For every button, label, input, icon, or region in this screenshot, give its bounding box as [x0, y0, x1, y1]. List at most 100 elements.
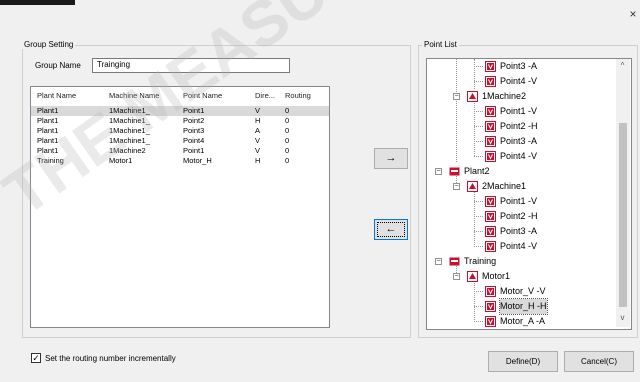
tree-item[interactable]: Point4 -V	[427, 74, 617, 89]
tree-item-label: Point2 -H	[500, 211, 538, 221]
tree-item[interactable]: Point2 -H	[427, 209, 617, 224]
collapse-icon[interactable]: −	[435, 168, 442, 175]
cell-plant: Training	[37, 156, 64, 165]
cancel-button[interactable]: Cancel(C)	[564, 351, 634, 372]
machine-icon	[467, 91, 478, 102]
tree-line	[474, 291, 483, 292]
cell-direction: V	[255, 136, 261, 145]
tree-line	[474, 231, 483, 232]
point-list-tree[interactable]: Point3 -A Point4 -V − 1Machine2 Point1 -…	[426, 58, 632, 330]
point-icon	[485, 151, 496, 162]
point-icon	[485, 121, 496, 132]
tree-item[interactable]: − Plant2	[427, 164, 617, 179]
point-icon	[485, 136, 496, 147]
cell-plant: Plant1	[37, 116, 59, 125]
cell-direction: V	[255, 146, 261, 155]
tree-item[interactable]: − Training	[427, 254, 617, 269]
cell-plant: Plant1	[37, 136, 59, 145]
tree-item-label: Plant2	[464, 166, 490, 176]
tree-item[interactable]: Point3 -A	[427, 224, 617, 239]
table-row[interactable]: Plant1 1Machine1_ Point1 V 0	[31, 106, 329, 116]
scroll-down-icon[interactable]: v	[616, 313, 629, 322]
tree-item[interactable]: − 1Machine2	[427, 89, 617, 104]
cell-point: Point4	[183, 136, 205, 145]
tree-item[interactable]: − 2Machine1	[427, 179, 617, 194]
table-header: Plant Name Machine Name Point Name Dire.…	[31, 87, 329, 103]
cell-machine: 1Machine1_	[109, 126, 150, 135]
group-setting-caption: Group Setting	[22, 40, 76, 49]
table-row[interactable]: Plant1 1Machine1_ Point2 H 0	[31, 116, 329, 126]
machine-icon	[467, 271, 478, 282]
tree-item[interactable]: Motor_H -H	[427, 298, 617, 315]
collapse-icon[interactable]: −	[453, 183, 460, 190]
tree-line	[474, 246, 483, 247]
tree-line	[474, 81, 483, 82]
tree-item-label: Point3 -A	[500, 136, 538, 146]
close-icon[interactable]: ×	[626, 8, 640, 22]
plant-icon	[449, 167, 460, 176]
group-name-input[interactable]: Trainging	[92, 58, 290, 73]
define-button[interactable]: Define(D)	[488, 351, 558, 372]
table-row[interactable]: Plant1 1Machine1_ Point3 A 0	[31, 126, 329, 136]
tree-item-label: Point3 -A	[500, 226, 538, 236]
tree-item[interactable]: Point1 -V	[427, 194, 617, 209]
machine-icon	[467, 181, 478, 192]
point-icon	[485, 196, 496, 207]
tree-item[interactable]: Point4 -V	[427, 239, 617, 254]
cell-routing: 0	[285, 136, 290, 145]
title-bar: ×	[0, 0, 640, 22]
cell-machine: Motor1	[109, 156, 133, 165]
cell-point: Motor_H	[183, 156, 212, 165]
collapse-icon[interactable]: −	[435, 258, 442, 265]
tree-item[interactable]: Motor_V -V	[427, 284, 617, 299]
tree-scrollbar[interactable]: ^ v	[616, 59, 630, 327]
tree-item[interactable]: Point3 -A	[427, 134, 617, 149]
table-row[interactable]: Training Motor1 Motor_H H 0	[31, 156, 329, 166]
group-name-label: Group Name	[35, 61, 81, 70]
point-icon	[485, 226, 496, 237]
tree-item[interactable]: Point3 -A	[427, 59, 617, 74]
scroll-thumb[interactable]	[619, 123, 627, 307]
tree-item[interactable]: Point1 -V	[427, 104, 617, 119]
point-icon	[485, 106, 496, 117]
column-plant-name[interactable]: Plant Name	[37, 91, 76, 100]
plant-icon	[449, 257, 460, 266]
tree-line	[474, 111, 483, 112]
point-icon	[485, 211, 496, 222]
tree-line	[474, 66, 483, 67]
cell-routing: 0	[285, 116, 290, 125]
tree-item-label: Motor_V -V	[500, 286, 546, 296]
cell-point: Point1	[183, 106, 205, 115]
tree-line	[474, 201, 483, 202]
tree-item-label: Point4 -V	[500, 151, 538, 161]
tree-item-label-selected: Motor_H -H	[499, 298, 548, 315]
tree-line	[474, 141, 483, 142]
point-icon	[485, 316, 496, 327]
cell-point: Point2	[183, 116, 205, 125]
column-direction[interactable]: Dire...	[255, 91, 275, 100]
tree-line	[474, 321, 483, 322]
tree-item-label: Motor1	[482, 271, 511, 281]
add-to-group-button[interactable]: →	[374, 148, 408, 169]
table-row[interactable]: Plant1 1Machine1_ Point4 V 0	[31, 136, 329, 146]
cell-routing: 0	[285, 126, 290, 135]
remove-from-group-button[interactable]: ←	[374, 219, 408, 240]
column-routing[interactable]: Routing	[285, 91, 311, 100]
scroll-up-icon[interactable]: ^	[616, 61, 629, 70]
group-points-table[interactable]: Plant Name Machine Name Point Name Dire.…	[30, 86, 330, 328]
collapse-icon[interactable]: −	[453, 93, 460, 100]
incremental-routing-checkbox[interactable]: ✓	[31, 353, 41, 363]
column-machine-name[interactable]: Machine Name	[109, 91, 159, 100]
tree-item[interactable]: Motor_A -A	[427, 314, 617, 329]
tree-item-label: 2Machine1	[482, 181, 527, 191]
tree-item[interactable]: Point4 -V	[427, 149, 617, 164]
table-row[interactable]: Plant1 1Machine2 Point1 V 0	[31, 146, 329, 156]
point-icon	[485, 241, 496, 252]
column-point-name[interactable]: Point Name	[183, 91, 222, 100]
tree-item[interactable]: − Motor1	[427, 269, 617, 284]
cell-machine: 1Machine1_	[109, 106, 150, 115]
cell-direction: A	[255, 126, 261, 135]
collapse-icon[interactable]: −	[453, 273, 460, 280]
cell-machine: 1Machine1_	[109, 136, 150, 145]
tree-item[interactable]: Point2 -H	[427, 119, 617, 134]
